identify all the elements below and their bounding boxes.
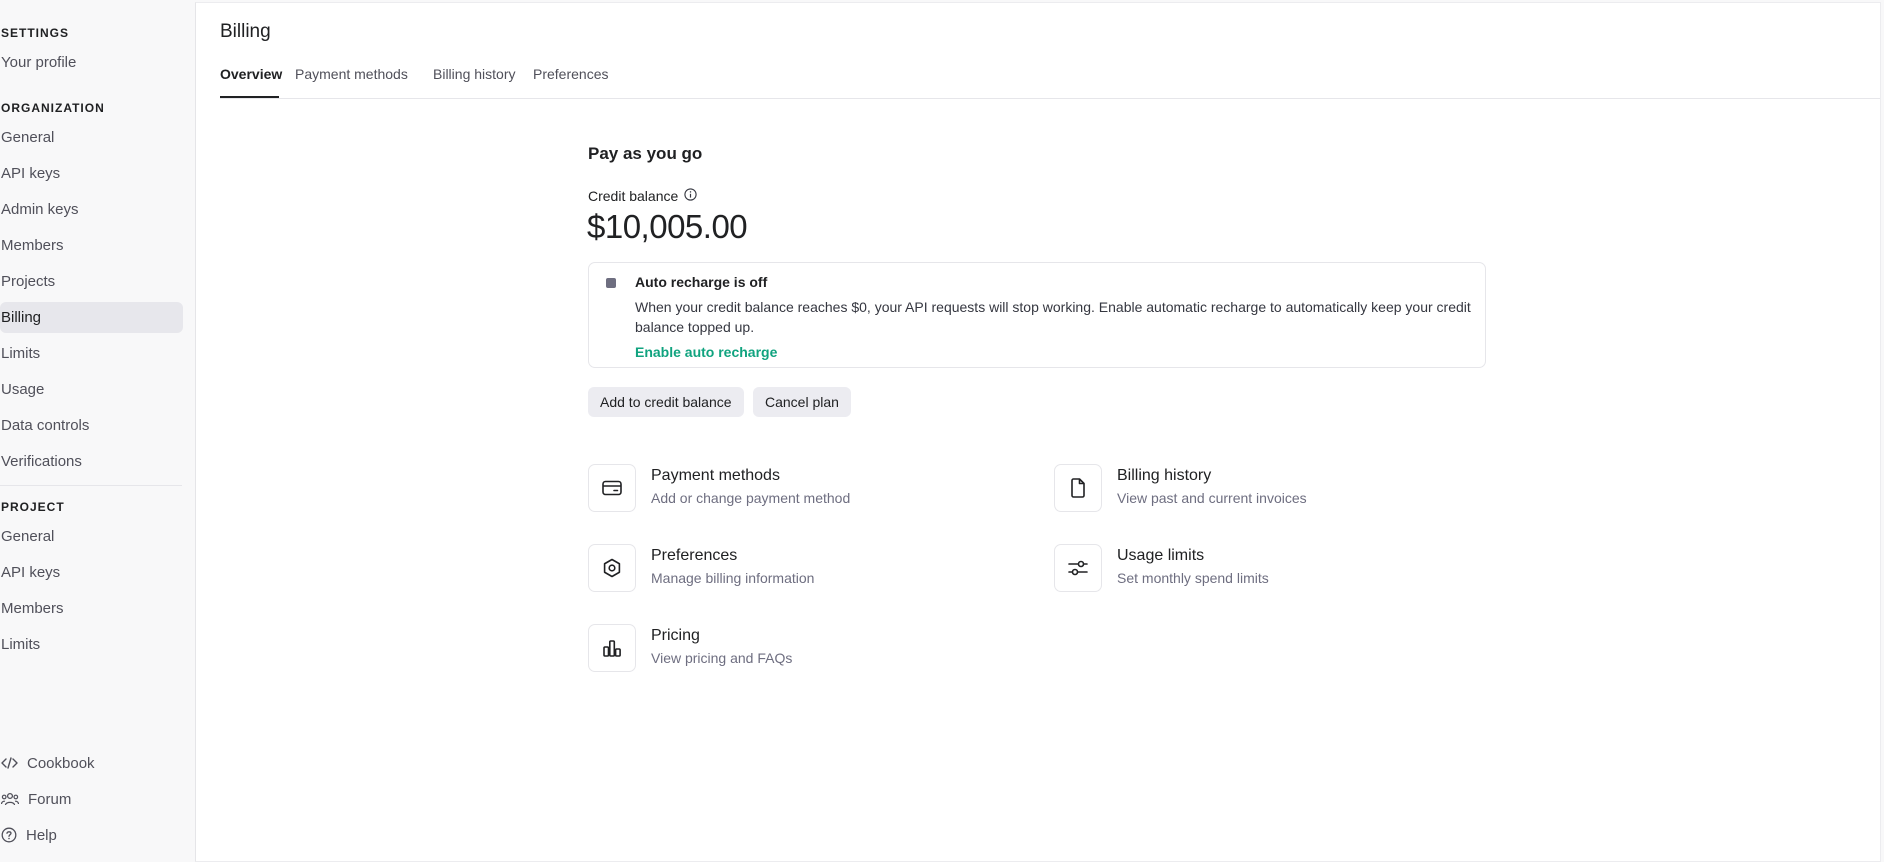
sliders-icon	[1054, 544, 1102, 592]
card-icon	[588, 464, 636, 512]
sidebar-item-org-general[interactable]: General	[1, 128, 54, 148]
notice-title: Auto recharge is off	[635, 274, 768, 290]
cookbook-label: Cookbook	[27, 754, 95, 772]
info-icon[interactable]	[684, 188, 697, 204]
sidebar: SETTINGS Your profile ORGANIZATION Gener…	[0, 0, 195, 861]
sidebar-item-org-api-keys[interactable]: API keys	[1, 164, 60, 184]
bar-chart-icon	[588, 624, 636, 672]
tab-overview[interactable]: Overview	[220, 66, 282, 82]
help-icon	[1, 827, 17, 843]
sidebar-item-project-general[interactable]: General	[1, 527, 54, 547]
plan-title: Pay as you go	[588, 144, 703, 163]
organization-heading: ORGANIZATION	[1, 101, 105, 115]
card-title: Billing history	[1117, 467, 1212, 484]
sidebar-item-verifications[interactable]: Verifications	[1, 452, 82, 472]
main-panel: Billing Overview Payment methods Billing…	[195, 2, 1881, 862]
sidebar-item-project-members[interactable]: Members	[1, 599, 64, 619]
sidebar-link-cookbook[interactable]: Cookbook	[1, 753, 95, 773]
card-title: Payment methods	[651, 467, 780, 484]
auto-recharge-notice: Auto recharge is off When your credit ba…	[588, 262, 1486, 368]
status-square-icon	[606, 278, 616, 288]
card-desc: Add or change payment method	[651, 490, 851, 506]
sidebar-item-usage[interactable]: Usage	[1, 380, 44, 400]
tab-billing-history[interactable]: Billing history	[433, 66, 515, 82]
forum-label: Forum	[28, 790, 72, 808]
sidebar-item-admin-keys[interactable]: Admin keys	[1, 200, 79, 220]
gear-icon	[588, 544, 636, 592]
sidebar-item-data-controls[interactable]: Data controls	[1, 416, 89, 436]
credit-balance-text: Credit balance	[588, 188, 679, 204]
card-billing-history[interactable]: Billing history View past and current in…	[1054, 464, 1474, 516]
tab-preferences[interactable]: Preferences	[533, 66, 608, 82]
sidebar-item-project-api-keys[interactable]: API keys	[1, 563, 60, 583]
cancel-plan-button[interactable]: Cancel plan	[753, 387, 851, 417]
sidebar-item-projects[interactable]: Projects	[1, 272, 55, 292]
sidebar-item-billing[interactable]: Billing	[1, 308, 41, 328]
card-payment-methods[interactable]: Payment methods Add or change payment me…	[588, 464, 1008, 516]
card-title: Pricing	[651, 627, 700, 644]
credit-balance-label: Credit balance	[588, 188, 697, 204]
card-title: Preferences	[651, 547, 738, 564]
card-desc: Set monthly spend limits	[1117, 570, 1269, 586]
card-desc: View pricing and FAQs	[651, 650, 793, 666]
sidebar-divider	[0, 485, 182, 486]
tab-payment-methods[interactable]: Payment methods	[295, 66, 408, 82]
sidebar-item-org-limits[interactable]: Limits	[1, 344, 40, 364]
sidebar-item-org-members[interactable]: Members	[1, 236, 64, 256]
card-preferences[interactable]: Preferences Manage billing information	[588, 544, 1008, 596]
add-to-credit-balance-button[interactable]: Add to credit balance	[588, 387, 744, 417]
sidebar-item-project-limits[interactable]: Limits	[1, 635, 40, 655]
card-desc: Manage billing information	[651, 570, 815, 586]
notice-text: When your credit balance reaches $0, you…	[635, 299, 1471, 335]
sidebar-link-forum[interactable]: Forum	[1, 789, 71, 809]
card-title: Usage limits	[1117, 547, 1205, 564]
tabs-divider	[220, 98, 1880, 99]
credit-balance-amount: $10,005.00	[587, 208, 748, 245]
document-icon	[1054, 464, 1102, 512]
project-heading: PROJECT	[1, 500, 65, 514]
sidebar-link-help[interactable]: Help	[1, 825, 57, 845]
enable-auto-recharge-link[interactable]: Enable auto recharge	[635, 344, 777, 360]
card-pricing[interactable]: Pricing View pricing and FAQs	[588, 624, 1008, 676]
settings-heading: SETTINGS	[1, 26, 70, 40]
help-label: Help	[26, 826, 57, 844]
people-icon	[1, 792, 19, 806]
sidebar-item-your-profile[interactable]: Your profile	[1, 53, 76, 73]
code-icon	[1, 756, 18, 770]
card-desc: View past and current invoices	[1117, 490, 1307, 506]
card-usage-limits[interactable]: Usage limits Set monthly spend limits	[1054, 544, 1474, 596]
page-title: Billing	[220, 21, 271, 42]
